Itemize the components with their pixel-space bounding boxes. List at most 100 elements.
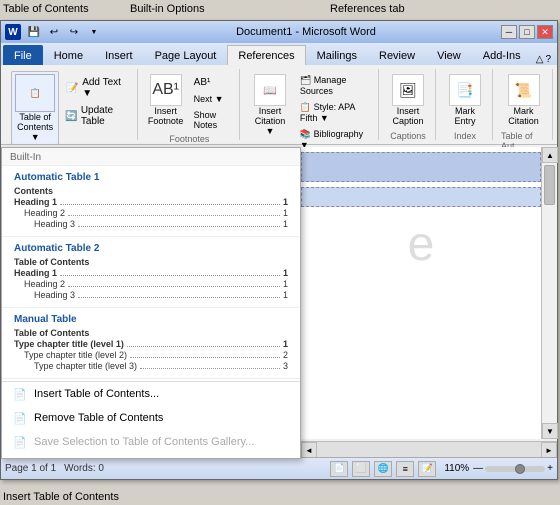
scroll-up-btn[interactable]: ▲	[542, 147, 558, 163]
auto1-h1: Heading 11	[14, 197, 288, 207]
word-count: Words: 0	[64, 463, 104, 474]
qat-redo[interactable]: ↪	[65, 23, 83, 41]
captions-group: 🖼 InsertCaption Captions	[381, 69, 436, 140]
add-text-icon: 📝	[65, 80, 79, 96]
ribbon-tabs: File Home Insert Page Layout References …	[1, 43, 557, 65]
toc-button[interactable]: 📋 Table ofContents ▼	[11, 71, 59, 145]
update-icon: 🔄	[65, 108, 77, 124]
annotation-insert-table: Insert Table of Contents	[3, 491, 119, 503]
title-bar: W 💾 ↩ ↪ ▼ Document1 - Microsoft Word ─ □…	[1, 21, 557, 43]
ribbon-collapse-btn[interactable]: △	[536, 54, 544, 65]
tab-view[interactable]: View	[426, 45, 472, 65]
index-group: 📑 MarkEntry Index	[438, 69, 493, 140]
manual-h2: Type chapter title (level 2)2	[14, 350, 288, 360]
status-bar: Page 1 of 1 Words: 0 📄 ⬜ 🌐 ≡ 📝 110% — +	[1, 457, 557, 479]
web-layout-btn[interactable]: 🌐	[374, 461, 392, 477]
mark-entry-btn[interactable]: 📑 MarkEntry	[444, 71, 486, 129]
zoom-in-btn[interactable]: +	[547, 463, 553, 474]
tab-references[interactable]: References	[227, 45, 305, 65]
window-title: Document1 - Microsoft Word	[111, 26, 501, 38]
print-layout-btn[interactable]: 📄	[330, 461, 348, 477]
auto1-contents-label: Contents	[14, 186, 288, 196]
horizontal-scrollbar[interactable]: ◄ ►	[301, 441, 557, 457]
manual-h1: Type chapter title (level 1)1	[14, 339, 288, 349]
qat-dropdown[interactable]: ▼	[85, 23, 103, 41]
manage-sources-btn[interactable]: 🗂 Manage Sources	[296, 73, 372, 98]
outline-btn[interactable]: ≡	[396, 461, 414, 477]
ribbon-content: 📋 Table ofContents ▼ 📝 Add Text ▼ 🔄 Upda…	[1, 65, 557, 145]
help-btn[interactable]: ?	[545, 54, 551, 65]
update-table-btn[interactable]: 🔄 Update Table	[61, 103, 130, 129]
toc-group: 📋 Table ofContents ▼ 📝 Add Text ▼ 🔄 Upda…	[5, 69, 138, 140]
save-toc-item: 📄 Save Selection to Table of Contents Ga…	[2, 430, 300, 454]
auto-table-1-title: Automatic Table 1	[14, 172, 288, 183]
insert-footnote-btn[interactable]: AB¹ InsertFootnote	[146, 71, 186, 132]
footnotes-group-label: Footnotes	[169, 134, 209, 144]
toc-dropdown-menu: Built-In Automatic Table 1 Contents Head…	[1, 147, 301, 459]
insert-toc-item[interactable]: 📄 Insert Table of Contents...	[2, 382, 300, 406]
citations-group: 📖 InsertCitation ▼ 🗂 Manage Sources 📋 St…	[242, 69, 379, 140]
zoom-out-btn[interactable]: —	[473, 463, 483, 474]
qat-save[interactable]: 💾	[25, 23, 43, 41]
qat-undo[interactable]: ↩	[45, 23, 63, 41]
tab-review[interactable]: Review	[368, 45, 426, 65]
manual-table-title: Manual Table	[14, 314, 288, 325]
insert-citation-btn[interactable]: 📖 InsertCitation ▼	[248, 71, 292, 152]
auto-table-1-option[interactable]: Automatic Table 1 Contents Heading 11 He…	[2, 166, 300, 237]
annotation-built-in-options: Built-in Options	[130, 3, 205, 15]
window-controls: ─ □ ✕	[501, 25, 553, 39]
scroll-down-btn[interactable]: ▼	[542, 423, 558, 439]
manual-h3: Type chapter title (level 3)3	[14, 361, 288, 371]
annotation-table-of-contents: Table of Contents	[3, 3, 89, 15]
add-text-btn[interactable]: 📝 Add Text ▼	[61, 75, 130, 101]
tab-page-layout[interactable]: Page Layout	[144, 45, 228, 65]
built-in-header: Built-In	[2, 148, 300, 166]
close-btn[interactable]: ✕	[537, 25, 553, 39]
minimize-btn[interactable]: ─	[501, 25, 517, 39]
mark-citation-btn[interactable]: 📜 MarkCitation	[503, 71, 545, 129]
auto2-h1: Heading 11	[14, 268, 288, 278]
word-icon: W	[5, 24, 21, 40]
insert-caption-btn[interactable]: 🖼 InsertCaption	[387, 71, 429, 129]
tab-file[interactable]: File	[3, 45, 43, 65]
annotation-references-tab: References tab	[330, 3, 405, 15]
scroll-track[interactable]	[542, 163, 557, 423]
scroll-left-btn[interactable]: ◄	[301, 442, 317, 458]
full-screen-btn[interactable]: ⬜	[352, 461, 370, 477]
tab-home[interactable]: Home	[43, 45, 94, 65]
document-area[interactable]: e	[301, 147, 541, 439]
manual-table-option[interactable]: Manual Table Table of Contents Type chap…	[2, 308, 300, 379]
toa-group: 📜 MarkCitation Table of Aut...	[495, 69, 553, 140]
tab-mailings[interactable]: Mailings	[306, 45, 368, 65]
remove-toc-icon: 📄	[12, 410, 28, 426]
scroll-thumb[interactable]	[544, 165, 555, 205]
auto1-h3: Heading 31	[14, 219, 288, 229]
zoom-level: 110%	[444, 463, 469, 474]
index-group-label: Index	[454, 131, 476, 141]
status-left: Page 1 of 1 Words: 0	[5, 463, 330, 474]
word-window: W 💾 ↩ ↪ ▼ Document1 - Microsoft Word ─ □…	[0, 20, 558, 480]
insert-endnote-btn[interactable]: AB¹	[190, 75, 233, 90]
auto2-contents-label: Table of Contents	[14, 257, 288, 267]
vertical-scrollbar[interactable]: ▲ ▼	[541, 147, 557, 439]
remove-toc-item[interactable]: 📄 Remove Table of Contents	[2, 406, 300, 430]
auto2-h3: Heading 31	[14, 290, 288, 300]
auto2-h2: Heading 21	[14, 279, 288, 289]
zoom-slider[interactable]	[485, 466, 545, 472]
auto-table-2-title: Automatic Table 2	[14, 243, 288, 254]
insert-toc-icon: 📄	[12, 386, 28, 402]
auto-table-2-option[interactable]: Automatic Table 2 Table of Contents Head…	[2, 237, 300, 308]
hscroll-track[interactable]	[317, 442, 541, 457]
next-footnote-btn[interactable]: Next ▼	[190, 92, 233, 106]
draft-btn[interactable]: 📝	[418, 461, 436, 477]
tab-insert[interactable]: Insert	[94, 45, 144, 65]
auto1-h2: Heading 21	[14, 208, 288, 218]
scroll-right-btn[interactable]: ►	[541, 442, 557, 458]
zoom-thumb[interactable]	[515, 464, 525, 474]
show-notes-btn[interactable]: Show Notes	[190, 108, 233, 132]
footnotes-group: AB¹ InsertFootnote AB¹ Next ▼ Show Notes	[140, 69, 240, 140]
maximize-btn[interactable]: □	[519, 25, 535, 39]
style-btn[interactable]: 📋 Style: APA Fifth ▼	[296, 100, 372, 125]
tab-add-ins[interactable]: Add-Ins	[472, 45, 532, 65]
page-info: Page 1 of 1	[5, 463, 56, 474]
